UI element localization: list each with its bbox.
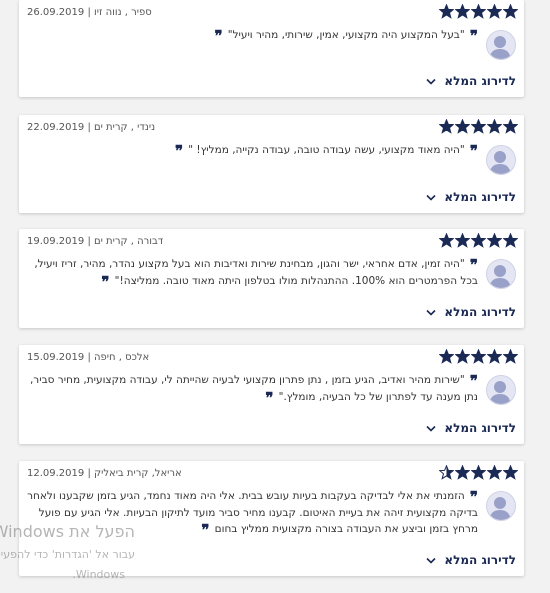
full-rating-label: לדירוג המלא <box>444 190 516 204</box>
quote-open-icon: ❞ <box>464 372 478 390</box>
quote-close-icon: ❞ <box>265 389 279 407</box>
full-rating-link[interactable]: לדירוג המלא <box>426 553 516 567</box>
star-icon <box>471 119 486 134</box>
star-icon <box>471 465 486 480</box>
star-icon <box>503 349 518 364</box>
review-meta: אריאל, קרית ביאליק | 12.09.2019 <box>27 468 182 479</box>
full-rating-link[interactable]: לדירוג המלא <box>426 74 516 88</box>
user-icon <box>489 497 511 520</box>
star-icon <box>439 4 454 19</box>
quote-open-icon: ❞ <box>464 142 478 160</box>
watermark-title: הפעל את Windows <box>0 522 135 541</box>
full-rating-link[interactable]: לדירוג המלא <box>426 190 516 204</box>
review-card: נינדי , קרית ים | 22.09.2019 ❞ "היה מאוד … <box>19 115 524 213</box>
quote-close-icon: ❞ <box>101 273 115 291</box>
star-icon <box>487 119 502 134</box>
user-icon <box>489 36 511 59</box>
review-quote: ❞ "בעל המקצוע היה מקצועי, אמין, שירותי, … <box>27 27 478 44</box>
star-icon <box>439 119 454 134</box>
review-card: אלכס , חיפה | 15.09.2019 ❞ "שירות מהיר וא… <box>19 345 524 444</box>
review-header: ספיר , נווה זיו | 26.09.2019 <box>19 0 524 26</box>
review-card: דבורה , קרית ים | 19.09.2019 ❞ "היה זמין,… <box>19 229 524 328</box>
star-icon <box>439 349 454 364</box>
review-meta: ספיר , נווה זיו | 26.09.2019 <box>27 7 152 18</box>
review-card: ספיר , נווה זיו | 26.09.2019 ❞ "בעל המקצו… <box>19 0 524 97</box>
avatar <box>486 491 516 521</box>
watermark-line-1: עבור אל 'הגדרות' כדי להפעיל את <box>0 548 135 561</box>
review-text: "היה מאוד מקצועי, עשה עבודה טובה, עבודה … <box>188 144 465 156</box>
review-header: דבורה , קרית ים | 19.09.2019 <box>19 229 524 255</box>
avatar <box>486 375 516 405</box>
user-icon <box>489 265 511 288</box>
chevron-down-icon <box>426 309 436 316</box>
review-meta: אלכס , חיפה | 15.09.2019 <box>27 352 150 363</box>
star-rating <box>439 4 518 19</box>
quote-close-icon: ❞ <box>214 27 228 45</box>
star-rating <box>439 465 518 480</box>
full-rating-link[interactable]: לדירוג המלא <box>426 421 516 435</box>
user-icon <box>489 151 511 174</box>
chevron-down-icon <box>426 425 436 432</box>
star-icon <box>503 4 518 19</box>
star-icon <box>503 233 518 248</box>
quote-open-icon: ❞ <box>464 488 478 506</box>
review-header: אריאל, קרית ביאליק | 12.09.2019 <box>19 461 524 487</box>
review-quote: ❞ "היה זמין, אדם אחראי, ישר והגון, מבחינ… <box>27 256 478 290</box>
user-icon <box>489 381 511 404</box>
star-icon <box>455 349 470 364</box>
star-icon <box>487 349 502 364</box>
star-icon <box>455 465 470 480</box>
star-icon <box>487 233 502 248</box>
quote-close-icon: ❞ <box>174 142 189 160</box>
chevron-down-icon <box>426 194 436 201</box>
star-rating <box>439 119 518 134</box>
watermark-line-2: .Windows <box>72 568 125 581</box>
star-icon <box>471 4 486 19</box>
chevron-down-icon <box>426 557 436 564</box>
full-rating-label: לדירוג המלא <box>444 305 516 319</box>
star-icon <box>503 119 518 134</box>
review-header: אלכס , חיפה | 15.09.2019 <box>19 345 524 371</box>
star-rating <box>439 349 518 364</box>
chevron-down-icon <box>426 78 436 85</box>
full-rating-link[interactable]: לדירוג המלא <box>426 305 516 319</box>
quote-close-icon: ❞ <box>201 521 215 539</box>
star-icon <box>503 465 518 480</box>
review-header: נינדי , קרית ים | 22.09.2019 <box>19 115 524 141</box>
star-icon <box>455 119 470 134</box>
review-meta: נינדי , קרית ים | 22.09.2019 <box>27 122 156 133</box>
avatar <box>486 30 516 60</box>
review-text: "שירות מהיר ואדיב, הגיע בזמן , נתן פתרון… <box>29 374 478 403</box>
star-icon <box>487 465 502 480</box>
avatar <box>486 145 516 175</box>
avatar <box>486 259 516 289</box>
star-icon <box>455 233 470 248</box>
star-icon <box>439 233 454 248</box>
review-quote: ❞ "היה מאוד מקצועי, עשה עבודה טובה, עבוד… <box>27 142 478 159</box>
quote-open-icon: ❞ <box>464 256 478 274</box>
full-rating-label: לדירוג המלא <box>444 74 516 88</box>
review-quote: ❞ "שירות מהיר ואדיב, הגיע בזמן , נתן פתר… <box>27 372 478 406</box>
full-rating-label: לדירוג המלא <box>444 553 516 567</box>
star-rating <box>439 233 518 248</box>
star-icon <box>471 233 486 248</box>
full-rating-label: לדירוג המלא <box>444 421 516 435</box>
review-text: "בעל המקצוע היה מקצועי, אמין, שירותי, מה… <box>227 29 465 41</box>
review-meta: דבורה , קרית ים | 19.09.2019 <box>27 236 164 247</box>
star-icon <box>455 4 470 19</box>
star-icon <box>487 4 502 19</box>
quote-open-icon: ❞ <box>464 27 478 45</box>
star-icon <box>471 349 486 364</box>
reviews-list: ספיר , נווה זיו | 26.09.2019 ❞ "בעל המקצו… <box>0 0 550 593</box>
star-icon <box>439 465 454 480</box>
